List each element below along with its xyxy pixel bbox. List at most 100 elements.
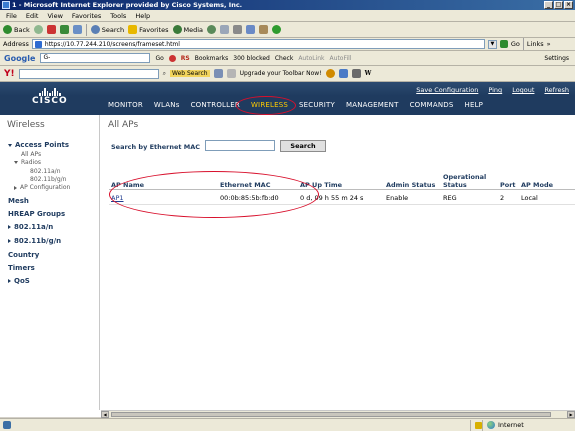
stop-icon[interactable] (46, 25, 56, 34)
search-button[interactable]: Search (280, 140, 326, 152)
scroll-right-arrow-icon[interactable]: ▶ (567, 411, 575, 418)
google-go-button[interactable]: Go (155, 55, 163, 62)
back-label: Back (14, 25, 30, 34)
status-internet-zone: Internet (482, 419, 524, 431)
yahoo-bookmark-icon[interactable] (213, 69, 223, 78)
nav-help[interactable]: HELP (465, 101, 484, 109)
page-done-icon (3, 421, 11, 429)
sidebar-item-timers[interactable]: Timers (8, 264, 35, 272)
sidebar-item-hreap-groups[interactable]: HREAP Groups (8, 210, 65, 218)
sidebar-item-mesh[interactable]: Mesh (8, 197, 29, 205)
back-button[interactable]: Back (3, 25, 30, 34)
col-ap-mode: AP Mode (521, 181, 554, 189)
menu-edit[interactable]: Edit (26, 12, 39, 20)
home-icon[interactable] (72, 25, 82, 34)
search-mac-input[interactable] (205, 140, 275, 151)
messenger-icon[interactable] (272, 25, 282, 34)
sidebar-item-country[interactable]: Country (8, 251, 39, 259)
sidebar-access-points-label: Access Points (15, 141, 70, 149)
sidebar-item-80211an[interactable]: 802.11a/n (8, 223, 53, 231)
refresh-link[interactable]: Refresh (544, 86, 569, 94)
main-content: All APs Search by Ethernet MAC Search AP… (101, 115, 575, 410)
go-arrow-icon[interactable] (499, 40, 508, 48)
sidebar-item-80211bgn[interactable]: 802.11b/g/n (8, 237, 61, 245)
history-icon[interactable] (207, 25, 217, 34)
internet-zone-label: Internet (498, 421, 524, 429)
nav-monitor[interactable]: MONITOR (108, 101, 143, 109)
horizontal-scrollbar[interactable]: ◀ ▶ (101, 410, 575, 418)
address-label: Address (3, 40, 29, 48)
upgrade-toolbar-button[interactable]: Upgrade your Toolbar Now! (240, 70, 322, 77)
yahoo-mail-icon[interactable] (325, 69, 335, 78)
maximize-button[interactable]: □ (554, 1, 563, 9)
scroll-thumb[interactable] (111, 412, 551, 417)
menu-file[interactable]: File (6, 12, 17, 20)
sidebar-ap-configuration-label: AP Configuration (20, 184, 71, 191)
menu-help[interactable]: Help (135, 12, 150, 20)
sidebar-item-all-aps[interactable]: All APs (21, 151, 41, 158)
autolink-button[interactable]: AutoLink (298, 55, 324, 62)
logout-link[interactable]: Logout (512, 86, 534, 94)
go-button[interactable]: Go (511, 40, 520, 48)
sidebar-item-radios[interactable]: Radios (14, 159, 41, 166)
wikipedia-icon[interactable]: W (365, 70, 372, 77)
cisco-logo: CISCO (32, 87, 68, 106)
yahoo-news-icon[interactable] (351, 69, 361, 78)
forward-arrow-icon[interactable] (33, 25, 43, 34)
close-button[interactable]: × (564, 1, 573, 9)
sidebar-item-access-points[interactable]: Access Points (8, 141, 69, 149)
address-dropdown-icon[interactable]: ▼ (487, 39, 497, 49)
nav-controller[interactable]: CONTROLLER (191, 101, 240, 109)
print-icon[interactable] (233, 25, 243, 34)
google-rs-button[interactable]: RS (181, 55, 190, 62)
header-links: Save Configuration Ping Logout Refresh (416, 86, 569, 94)
scroll-left-arrow-icon[interactable]: ◀ (101, 411, 109, 418)
settings-button[interactable]: Settings (544, 55, 569, 62)
ping-link[interactable]: Ping (488, 86, 502, 94)
mail-icon[interactable] (220, 25, 230, 34)
check-button[interactable]: Check (275, 55, 293, 62)
media-button[interactable]: Media (172, 25, 203, 34)
yahoo-logo[interactable]: Y! (4, 69, 15, 79)
discuss-icon[interactable] (259, 25, 269, 34)
popup-blocked-button[interactable]: 300 blocked (233, 55, 270, 62)
yahoo-messenger-icon[interactable] (338, 69, 348, 78)
menu-view[interactable]: View (47, 12, 62, 20)
save-configuration-link[interactable]: Save Configuration (416, 86, 478, 94)
edit-icon[interactable] (246, 25, 256, 34)
google-settings-icon[interactable] (168, 54, 176, 62)
sidebar-item-ap-configuration[interactable]: AP Configuration (14, 184, 70, 191)
address-input[interactable]: https://10.77.244.210/screens/frameset.h… (31, 39, 485, 49)
nav-wlans[interactable]: WLANs (154, 101, 180, 109)
autofill-button[interactable]: AutoFill (330, 55, 352, 62)
search-button[interactable]: Search (90, 25, 124, 34)
nav-security[interactable]: SECURITY (299, 101, 335, 109)
standard-toolbar: Back Search Favorites Media (0, 22, 575, 38)
nav-commands[interactable]: COMMANDS (410, 101, 454, 109)
col-port: Port (500, 181, 516, 189)
status-bar: Internet (0, 418, 575, 431)
address-url: https://10.77.244.210/screens/frameset.h… (44, 40, 180, 48)
menu-favorites[interactable]: Favorites (72, 12, 101, 20)
google-logo[interactable]: Google (4, 54, 35, 63)
yahoo-search-input[interactable] (18, 68, 159, 79)
sidebar-item-radio-bg[interactable]: 802.11b/g/n (30, 176, 66, 183)
search-icon (90, 25, 100, 34)
web-search-button[interactable]: Web Search (170, 70, 210, 77)
sidebar-item-qos[interactable]: QoS (8, 277, 30, 285)
favorites-button[interactable]: Favorites (128, 25, 169, 34)
links-button[interactable]: Links (527, 40, 544, 48)
refresh-icon[interactable] (59, 25, 69, 34)
yahoo-pencil-icon[interactable] (226, 69, 236, 78)
port-cell: 2 (500, 194, 505, 202)
google-search-input[interactable]: G- (40, 53, 151, 63)
bookmarks-button[interactable]: Bookmarks (195, 55, 229, 62)
links-chevron-icon[interactable]: » (547, 40, 551, 48)
yahoo-search-icon[interactable]: ⌕ (163, 70, 166, 78)
minimize-button[interactable]: _ (544, 1, 553, 9)
nav-management[interactable]: MANAGEMENT (346, 101, 399, 109)
sidebar-item-radio-a[interactable]: 802.11a/n (30, 168, 61, 175)
page-title: All APs (108, 120, 139, 130)
expand-down-icon (14, 161, 18, 164)
menu-tools[interactable]: Tools (110, 12, 126, 20)
